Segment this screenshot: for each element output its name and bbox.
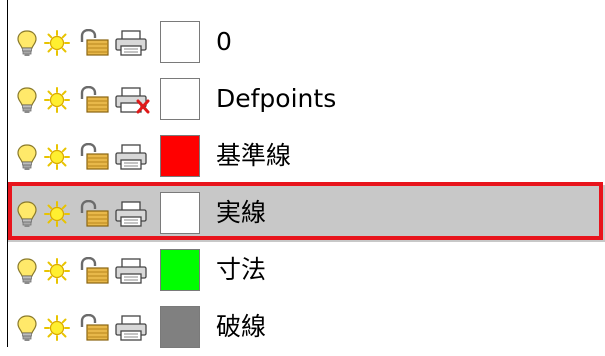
lightbulb-icon[interactable]: [16, 257, 38, 285]
layer-color-swatch[interactable]: [160, 135, 200, 177]
layer-color-swatch[interactable]: [160, 249, 200, 291]
lock-icon[interactable]: [76, 143, 110, 171]
sun-icon[interactable]: [44, 143, 70, 171]
layer-row[interactable]: 実線: [8, 185, 605, 242]
lightbulb-icon[interactable]: [16, 200, 38, 228]
lock-icon[interactable]: [76, 200, 110, 228]
sun-icon[interactable]: [44, 200, 70, 228]
layer-name: 実線: [216, 198, 267, 227]
sun-icon[interactable]: [44, 257, 70, 285]
printer-icon[interactable]: [114, 143, 156, 171]
layer-name: 0: [216, 27, 232, 56]
layer-color-swatch[interactable]: [160, 306, 200, 348]
sun-icon[interactable]: [44, 29, 70, 57]
layer-row[interactable]: 0: [8, 14, 605, 71]
printer-icon[interactable]: [114, 257, 156, 285]
layer-panel: 0 Defpoints 基準線 実線 寸法 破線: [0, 0, 605, 348]
lock-icon[interactable]: [76, 29, 110, 57]
layer-row[interactable]: 破線: [8, 299, 605, 356]
layer-state-icons: [16, 29, 164, 57]
layer-state-icons: [16, 143, 164, 171]
lock-icon[interactable]: [76, 314, 110, 342]
lightbulb-icon[interactable]: [16, 86, 38, 114]
printer-icon[interactable]: [114, 200, 156, 228]
sun-icon[interactable]: [44, 314, 70, 342]
layer-state-icons: [16, 314, 164, 342]
layer-name: Defpoints: [216, 84, 337, 113]
printer-icon[interactable]: [114, 314, 156, 342]
layer-color-swatch[interactable]: [160, 21, 200, 63]
lock-icon[interactable]: [76, 257, 110, 285]
layer-row[interactable]: 基準線: [8, 128, 605, 185]
layer-state-icons: [16, 200, 164, 228]
layer-state-icons: [16, 257, 164, 285]
layer-list: 0 Defpoints 基準線 実線 寸法 破線: [8, 14, 605, 356]
sun-icon[interactable]: [44, 86, 70, 114]
lock-icon[interactable]: [76, 86, 110, 114]
layer-row[interactable]: 寸法: [8, 242, 605, 299]
printer-disabled-icon[interactable]: [114, 86, 156, 114]
layer-row[interactable]: Defpoints: [8, 71, 605, 128]
layer-color-swatch[interactable]: [160, 78, 200, 120]
lightbulb-icon[interactable]: [16, 143, 38, 171]
layer-color-swatch[interactable]: [160, 192, 200, 234]
layer-name: 基準線: [216, 141, 292, 170]
layer-name: 破線: [216, 312, 267, 341]
layer-name: 寸法: [216, 255, 267, 284]
lightbulb-icon[interactable]: [16, 29, 38, 57]
layer-state-icons: [16, 86, 164, 114]
printer-icon[interactable]: [114, 29, 156, 57]
lightbulb-icon[interactable]: [16, 314, 38, 342]
